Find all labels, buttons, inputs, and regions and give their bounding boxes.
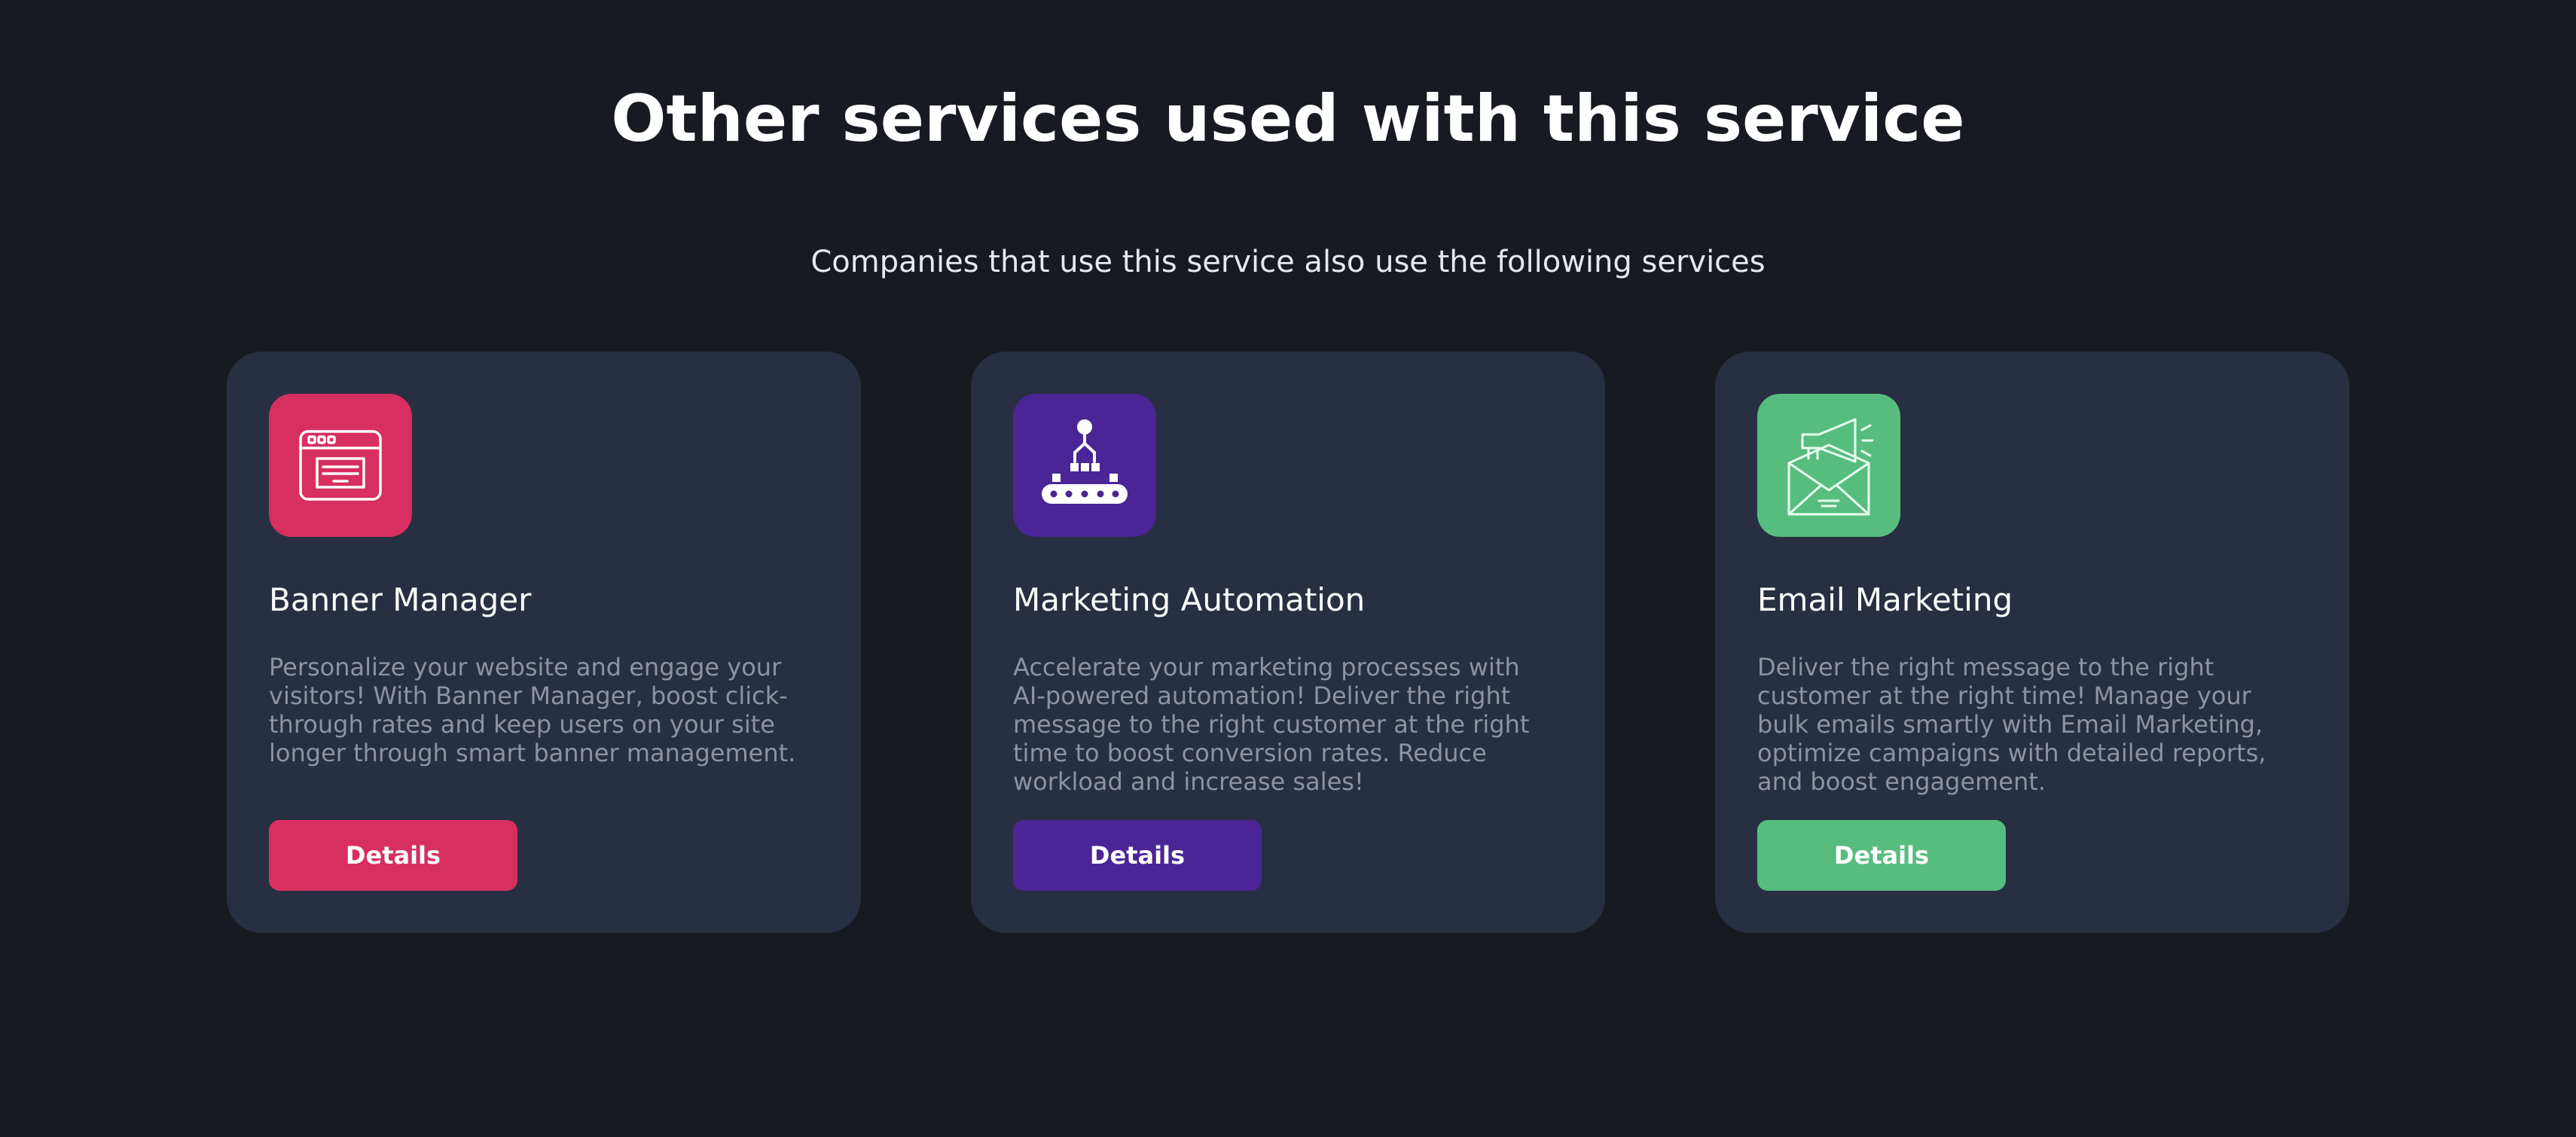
section-subtitle: Companies that use this service also use… <box>810 245 1766 279</box>
service-card-banner-manager: Banner Manager Personalize your website … <box>227 352 861 933</box>
section-title: Other services used with this service <box>611 81 1965 157</box>
browser-banner-icon <box>269 394 412 537</box>
card-description: Accelerate your marketing processes with… <box>1013 653 1530 796</box>
card-description: Personalize your website and engage your… <box>269 653 796 767</box>
card-title: Email Marketing <box>1757 581 2013 618</box>
card-description: Deliver the right message to the right c… <box>1757 653 2266 796</box>
details-button-email-marketing[interactable]: Details <box>1757 820 2006 891</box>
service-card-marketing-automation: Marketing Automation Accelerate your mar… <box>971 352 1605 933</box>
details-button-marketing-automation[interactable]: Details <box>1013 820 1262 891</box>
automation-conveyor-icon <box>1013 394 1156 537</box>
service-card-email-marketing: Email Marketing Deliver the right messag… <box>1715 352 2349 933</box>
card-title: Marketing Automation <box>1013 581 1366 618</box>
megaphone-envelope-icon <box>1757 394 1900 537</box>
card-title: Banner Manager <box>269 581 532 618</box>
details-button-banner-manager[interactable]: Details <box>269 820 517 891</box>
